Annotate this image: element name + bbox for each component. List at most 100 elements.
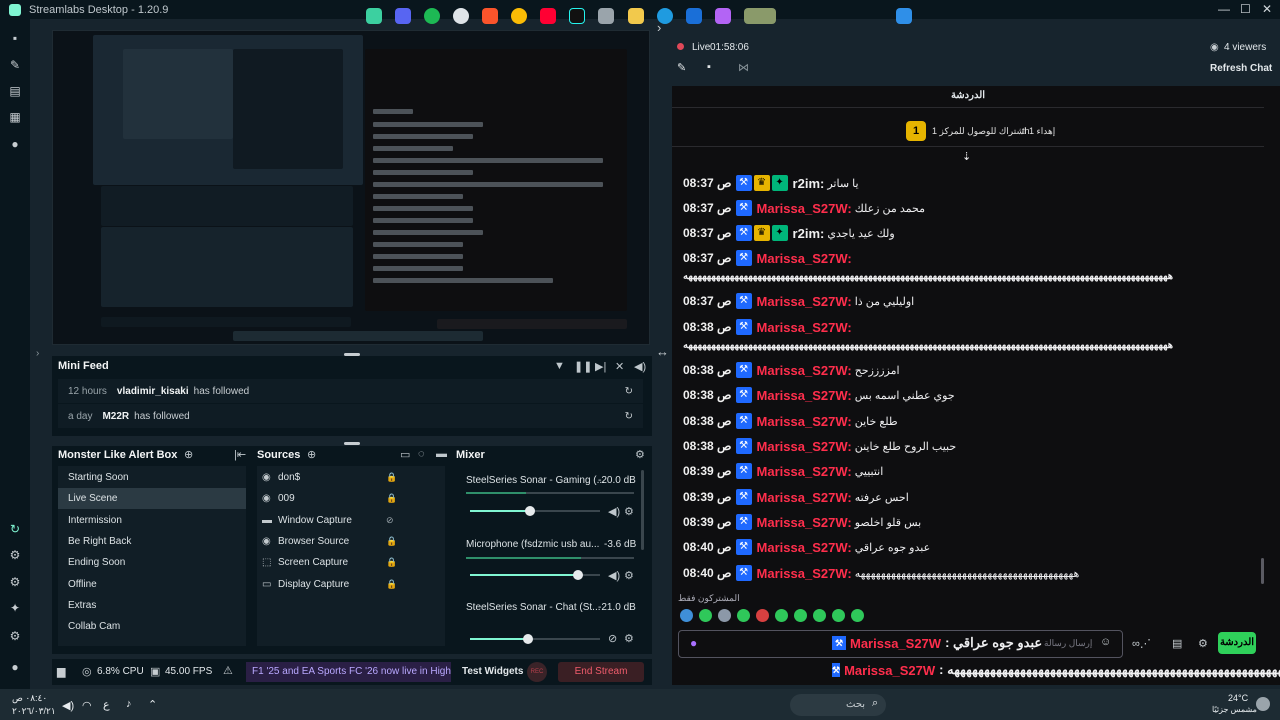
speaker-muted-icon[interactable]: ⊘	[608, 632, 617, 645]
msg-user[interactable]: Marissa_S27W:	[757, 294, 852, 309]
emote-icon[interactable]	[737, 609, 750, 622]
msg-user[interactable]: Marissa_S27W:	[757, 566, 852, 581]
msg-user[interactable]: Marissa_S27W:	[757, 464, 852, 479]
emoji-icon[interactable]: ☺	[1100, 636, 1111, 648]
hidden-eye-icon[interactable]: ⊘	[386, 515, 394, 526]
emote-icon[interactable]	[832, 609, 845, 622]
replay-icon[interactable]: ↻	[625, 411, 633, 422]
tray-chevron-icon[interactable]: ⌃	[148, 698, 157, 711]
windows-start-icon[interactable]	[896, 8, 912, 24]
source-item[interactable]: ▬ Window Capture ⊘	[258, 510, 448, 531]
resize-handle-icon[interactable]: ↔	[656, 344, 669, 359]
drag-handle[interactable]	[344, 442, 360, 445]
msg-user[interactable]: r2im:	[793, 176, 825, 191]
channel-settings-icon[interactable]: ⚙	[624, 505, 634, 518]
source-item[interactable]: ◉ Browser Source 🔒	[258, 531, 448, 552]
msg-user[interactable]: Marissa_S27W:	[757, 540, 852, 555]
store-chat-icon[interactable]: ▤	[1172, 637, 1182, 650]
clock-time[interactable]: ٠٨:٤٠ ص	[12, 693, 47, 704]
lock-icon[interactable]: 🔒	[386, 579, 397, 590]
lock-icon[interactable]: 🔒	[386, 557, 397, 568]
rec-button[interactable]: REC	[527, 662, 547, 682]
stats-icon[interactable]: ▆	[57, 665, 65, 678]
file-explorer-icon[interactable]	[628, 8, 644, 24]
chat-settings-icon[interactable]: ⚙	[1198, 637, 1208, 650]
end-stream-button[interactable]: End Stream	[558, 662, 644, 682]
chat-send-button[interactable]: الدردشة	[1218, 632, 1256, 654]
msg-user[interactable]: Marissa_S27W:	[757, 201, 852, 216]
lock-icon[interactable]: 🔒	[386, 536, 397, 547]
integrations-icon[interactable]: ⚙	[8, 548, 22, 562]
test-widgets-button[interactable]: Test Widgets	[462, 666, 523, 677]
msg-user[interactable]: Marissa_S27W:	[757, 251, 852, 266]
search-icon[interactable]: ⌕	[872, 697, 878, 710]
speaker-icon[interactable]: ◀)	[608, 569, 620, 582]
tiktok-icon[interactable]	[569, 8, 585, 24]
emote-icon[interactable]	[699, 609, 712, 622]
speaker-icon[interactable]: ◀)	[608, 505, 620, 518]
msg-user[interactable]: Marissa_S27W:	[757, 515, 852, 530]
weather-temp[interactable]: 24°C	[1228, 693, 1248, 703]
msg-user[interactable]: Marissa_S27W:	[757, 439, 852, 454]
lock-icon[interactable]: 🔒	[386, 493, 397, 504]
feed-user[interactable]: M22R	[102, 411, 129, 422]
source-item[interactable]: ⬚ Screen Capture 🔒	[258, 552, 448, 573]
msg-user[interactable]: Marissa_S27W:	[757, 388, 852, 403]
channel-settings-icon[interactable]: ⚙	[624, 632, 634, 645]
emote-icon[interactable]	[680, 609, 693, 622]
warning-icon[interactable]: ⚠	[223, 664, 233, 677]
scene-item[interactable]: Starting Soon	[58, 467, 246, 488]
weather-desc[interactable]: مشمس جزئيًا	[1212, 705, 1257, 714]
mixer-scrollbar[interactable]	[641, 470, 644, 550]
msg-user[interactable]: r2im:	[793, 226, 825, 241]
volume-slider[interactable]	[470, 634, 600, 644]
speaker-tray-icon[interactable]: ◀)	[62, 699, 74, 712]
settings-icon[interactable]: ⚙	[8, 629, 22, 643]
dashboard-icon[interactable]: ↻	[8, 522, 22, 536]
themes-icon[interactable]: ✎	[8, 58, 22, 72]
source-item[interactable]: ▭ Display Capture 🔒	[258, 574, 448, 595]
copilot-icon[interactable]	[715, 8, 731, 24]
share-icon[interactable]: ⋈	[738, 61, 749, 74]
filter-icon[interactable]: ▼	[554, 360, 565, 372]
mic-icon[interactable]: ●	[690, 636, 697, 650]
scene-item[interactable]: Offline	[58, 574, 246, 595]
msg-user[interactable]: Marissa_S27W:	[757, 414, 852, 429]
scene-item[interactable]: Intermission	[58, 510, 246, 531]
refresh-chat-button[interactable]: Refresh Chat	[1210, 63, 1272, 74]
emote-icon[interactable]	[756, 609, 769, 622]
emote-icon[interactable]	[813, 609, 826, 622]
add-source-icon[interactable]: ⊕	[307, 448, 316, 461]
channel-settings-icon[interactable]: ⚙	[624, 569, 634, 582]
layout-icon[interactable]: ▦	[8, 110, 22, 124]
emote-icon[interactable]	[718, 609, 731, 622]
folder-icon[interactable]: ▬	[436, 448, 447, 460]
volume-slider[interactable]	[470, 570, 600, 580]
store-icon[interactable]: ▤	[8, 84, 22, 98]
edge-icon[interactable]	[657, 8, 673, 24]
lock-icon[interactable]: 🔒	[386, 472, 397, 483]
chat-tools-icon[interactable]: ∞⋰	[1132, 637, 1151, 650]
widget-icon[interactable]	[744, 8, 776, 24]
scene-item[interactable]: Ending Soon	[58, 552, 246, 573]
msg-user[interactable]: Marissa_S27W:	[757, 363, 852, 378]
wifi-icon[interactable]: ◠	[82, 699, 92, 712]
expand-pinned-icon[interactable]: ⇣	[962, 150, 971, 163]
emote-icon[interactable]	[775, 609, 788, 622]
brave-icon[interactable]	[482, 8, 498, 24]
record-icon[interactable]: ●	[8, 137, 22, 151]
maximize-icon[interactable]: ☐	[1240, 2, 1251, 16]
news-ticker[interactable]: F1 '25 and EA Sports FC '26 now live in …	[246, 662, 451, 682]
scene-item[interactable]: Collab Cam	[58, 616, 246, 637]
scene-item[interactable]: Be Right Back	[58, 531, 246, 552]
minimize-icon[interactable]: —	[1218, 2, 1230, 16]
close-icon[interactable]: ✕	[1262, 2, 1272, 16]
scene-item[interactable]: Extras	[58, 595, 246, 616]
outlook-icon[interactable]	[686, 8, 702, 24]
volume-slider[interactable]	[470, 506, 600, 516]
mic-tray-icon[interactable]: ♪	[126, 698, 132, 710]
feed-user[interactable]: vladimir_kisaki	[117, 386, 189, 397]
clock-date[interactable]: ٢٠٢٦/٠٣/٢١	[12, 706, 56, 717]
youtube-icon[interactable]	[540, 8, 556, 24]
pause-icon[interactable]: ❚❚	[574, 360, 592, 373]
